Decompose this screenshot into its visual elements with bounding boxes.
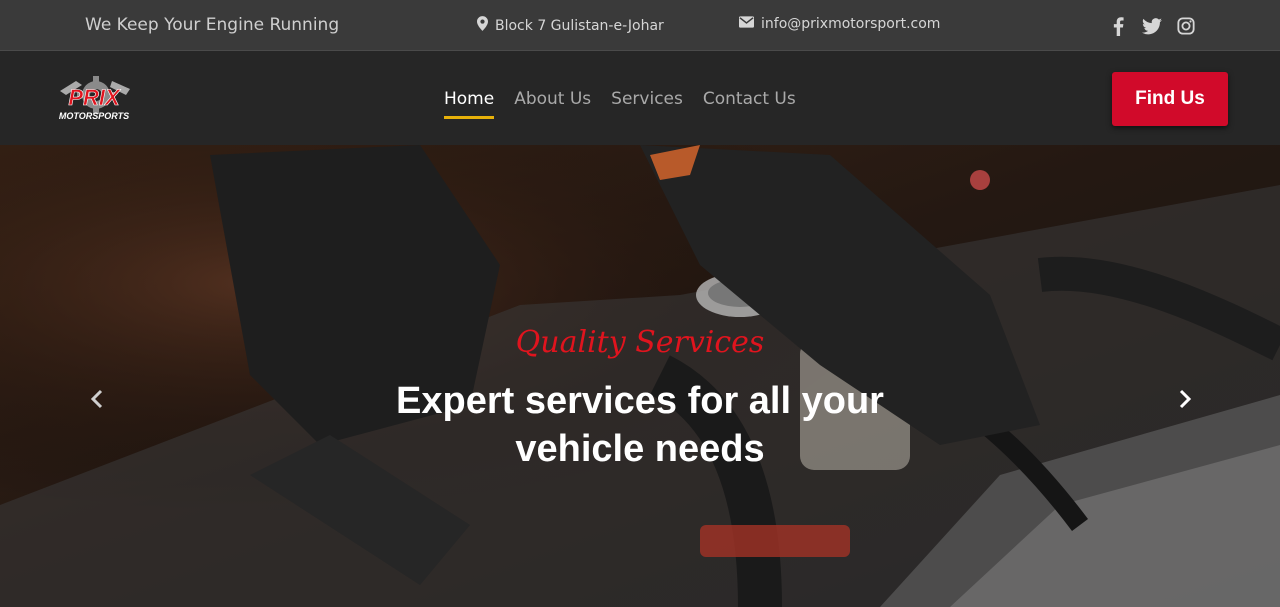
tagline: We Keep Your Engine Running xyxy=(85,15,340,35)
email-info: info@prixmotorsport.com xyxy=(739,16,940,32)
hero-carousel: Quality Services Expert services for all… xyxy=(0,145,1280,607)
hero-background-image xyxy=(0,145,1280,607)
find-us-button[interactable]: Find Us xyxy=(1112,72,1228,126)
nav-services[interactable]: Services xyxy=(611,89,683,119)
nav-home[interactable]: Home xyxy=(444,89,495,119)
social-links xyxy=(1108,16,1196,36)
main-navbar: PRIX MOTORSPORTS Home About Us Services … xyxy=(0,51,1280,145)
nav-contact-us[interactable]: Contact Us xyxy=(703,89,796,119)
primary-nav: Home About Us Services Contact Us xyxy=(444,89,796,119)
top-bar: We Keep Your Engine Running Block 7 Guli… xyxy=(0,0,1280,51)
twitter-icon[interactable] xyxy=(1142,16,1162,36)
svg-text:MOTORSPORTS: MOTORSPORTS xyxy=(59,111,129,121)
instagram-icon[interactable] xyxy=(1176,16,1196,36)
hero-title: Expert services for all your vehicle nee… xyxy=(396,380,884,470)
map-pin-icon xyxy=(477,16,488,35)
email-text[interactable]: info@prixmotorsport.com xyxy=(761,16,940,32)
address-text: Block 7 Gulistan-e-Johar xyxy=(495,17,664,34)
nav-about-us[interactable]: About Us xyxy=(514,89,591,119)
facebook-icon[interactable] xyxy=(1108,16,1128,36)
address-info: Block 7 Gulistan-e-Johar xyxy=(477,16,664,35)
envelope-icon xyxy=(739,16,754,32)
carousel-prev-arrow[interactable] xyxy=(85,387,109,411)
carousel-next-arrow[interactable] xyxy=(1173,387,1197,411)
site-logo[interactable]: PRIX MOTORSPORTS xyxy=(52,73,136,127)
svg-text:PRIX: PRIX xyxy=(68,85,121,110)
hero-subtitle: Quality Services xyxy=(515,325,765,360)
